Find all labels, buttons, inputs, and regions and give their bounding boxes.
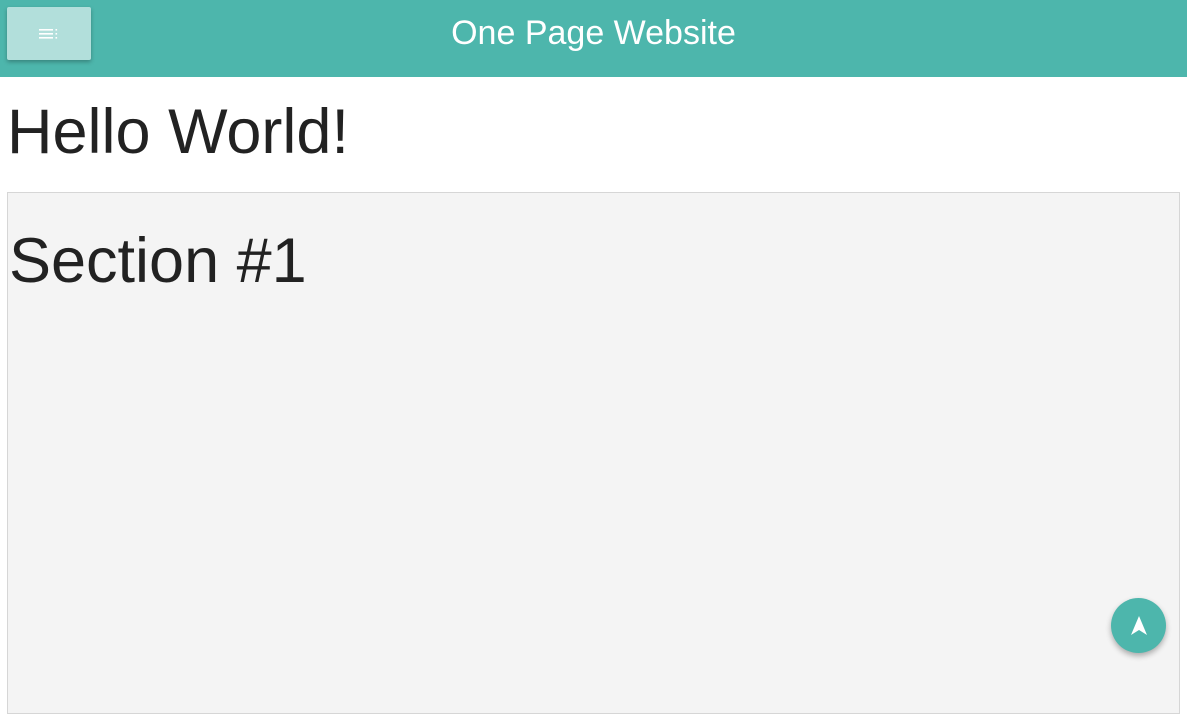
navigation-arrow-icon: [1130, 615, 1148, 636]
page-heading: Hello World!: [7, 97, 349, 167]
app-title: One Page Website: [451, 14, 736, 52]
section-1: Section #1: [7, 192, 1180, 714]
navigation-fab[interactable]: [1111, 598, 1166, 653]
top-app-bar: One Page Website: [0, 0, 1187, 77]
section-heading: Section #1: [9, 226, 307, 296]
